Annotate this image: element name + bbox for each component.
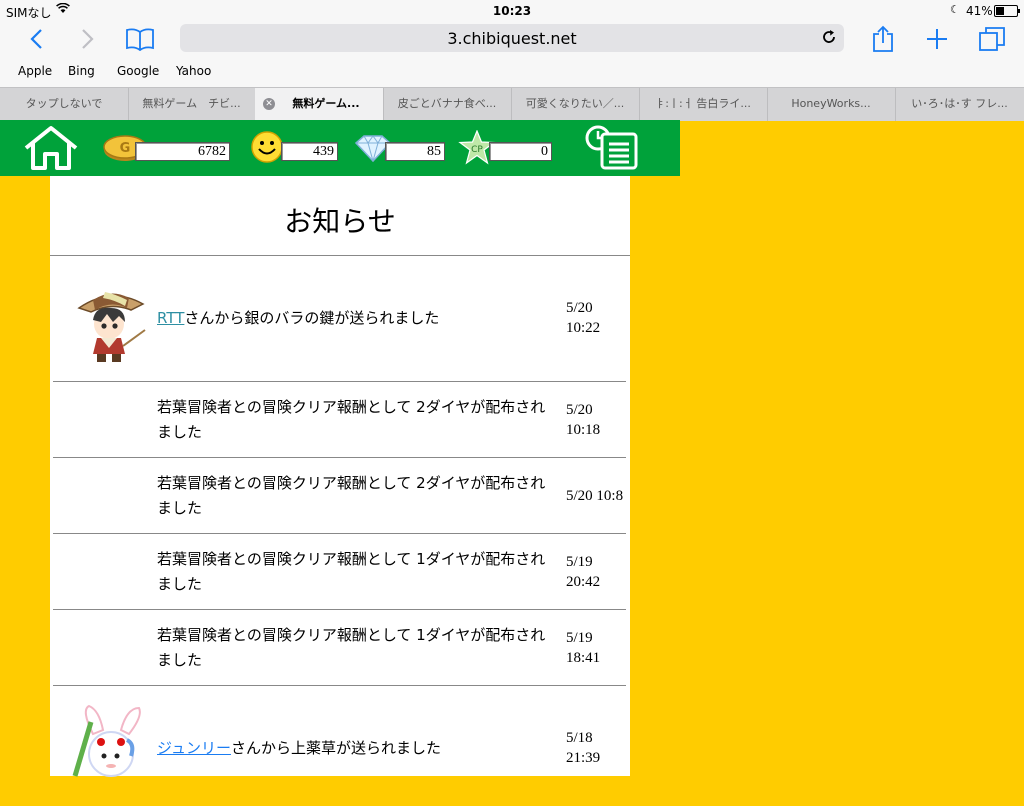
home-icon[interactable]	[22, 124, 80, 176]
tab-label: タップしないで	[25, 97, 103, 110]
favorite-bing[interactable]: Bing	[68, 64, 95, 78]
reload-icon[interactable]	[820, 28, 838, 50]
share-button[interactable]	[866, 24, 900, 54]
notice-text: 若葉冒険者との冒険クリア報酬として 2ダイヤが配布されました	[157, 474, 546, 517]
bunny-avatar	[71, 704, 151, 784]
tab[interactable]: HoneyWorks...	[767, 88, 896, 121]
show-tabs-button[interactable]	[974, 24, 1010, 54]
tab[interactable]: タップしないで	[0, 88, 129, 121]
plus-icon	[927, 29, 947, 49]
clock: 10:23	[492, 4, 532, 18]
tab-label: 皮ごとバナナ食べ...	[397, 97, 497, 110]
tabs-icon	[979, 27, 1005, 51]
sender-link[interactable]: RTT	[157, 309, 184, 327]
notice-time: 10:18	[566, 422, 601, 438]
browser-chrome: SIMなし 10:23 ☾ 41% 3.chibiquest.net Apple…	[0, 0, 1024, 121]
book-icon	[126, 28, 154, 51]
do-not-disturb-icon: ☾	[950, 3, 960, 16]
gold-count: 6782	[135, 142, 230, 161]
tab-bar: タップしないで 無料ゲーム チビ... ✕ 無料ゲーム... 皮ごとバナナ食べ.…	[0, 87, 1024, 121]
tab[interactable]: い･ろ･は･す フレ...	[895, 88, 1024, 121]
sender-link[interactable]: ジュンリー	[157, 739, 231, 757]
tab-label: ㅑ:ㅣ:ㅓ 告白ライ...	[655, 97, 751, 110]
tab[interactable]: 無料ゲーム チビ...	[128, 88, 256, 121]
status-bar: SIMなし 10:23 ☾ 41%	[0, 0, 1024, 22]
diamond-count: 85	[385, 142, 445, 161]
tab-label: HoneyWorks...	[791, 97, 871, 110]
notice-day: 5/18	[566, 730, 593, 746]
tab[interactable]: ㅑ:ㅣ:ㅓ 告白ライ...	[639, 88, 768, 121]
notice-item: 若葉冒険者との冒険クリア報酬として 1ダイヤが配布されました 5/19 18:4…	[53, 610, 626, 686]
notice-text: さんから銀のバラの鍵が送られました	[184, 309, 440, 327]
tab-label: 無料ゲーム チビ...	[142, 97, 241, 110]
close-tab-icon[interactable]: ✕	[263, 98, 275, 110]
notice-date: 5/20 10:18	[566, 400, 636, 440]
notice-date: 5/19 20:42	[566, 552, 636, 592]
notice-text: さんから上薬草が送られました	[230, 739, 441, 757]
notice-time: 10:22	[566, 320, 601, 336]
favorite-apple[interactable]: Apple	[18, 64, 52, 78]
clock-menu-icon[interactable]	[584, 124, 640, 176]
notice-item: 若葉冒険者との冒険クリア報酬として 1ダイヤが配布されました 5/19 20:4…	[53, 534, 626, 610]
notice-message: ジュンリーさんから上薬草が送られました	[157, 736, 553, 761]
page-title: お知らせ	[284, 205, 396, 238]
notice-day: 5/20	[566, 300, 593, 316]
smile-icon	[250, 130, 284, 168]
share-icon	[873, 25, 893, 52]
cp-count: 0	[489, 142, 552, 161]
notice-date: 5/18 21:39	[566, 728, 636, 768]
notice-text: 若葉冒険者との冒険クリア報酬として 1ダイヤが配布されました	[157, 626, 546, 669]
favorite-google[interactable]: Google	[117, 64, 159, 78]
bookmarks-button[interactable]	[122, 24, 158, 54]
favorite-yahoo[interactable]: Yahoo	[176, 64, 211, 78]
battery-icon	[994, 5, 1020, 17]
notice-time: 21:39	[566, 750, 601, 766]
notice-date: 5/20 10:22	[566, 298, 636, 338]
tab-label: い･ろ･は･す フレ...	[911, 97, 1008, 110]
notice-day: 5/19	[566, 554, 593, 570]
notice-panel: RTTさんから銀のバラの鍵が送られました 5/20 10:22 若葉冒険者との冒…	[50, 176, 630, 777]
cp-badge-text: CP	[471, 145, 483, 155]
notice-item: 若葉冒険者との冒険クリア報酬として 2ダイヤが配布されました 5/20 10:1…	[53, 382, 626, 458]
chevron-left-icon	[30, 29, 42, 49]
notice-date: 5/19 18:41	[566, 628, 636, 668]
game-header: G 6782 439 85 CP 0	[0, 120, 680, 176]
tab-label: 無料ゲーム...	[292, 97, 360, 110]
tab-active[interactable]: ✕ 無料ゲーム...	[255, 88, 384, 121]
notice-item: RTTさんから銀のバラの鍵が送られました 5/20 10:22	[53, 256, 626, 382]
url-text: 3.chibiquest.net	[447, 29, 577, 48]
notice-message: RTTさんから銀のバラの鍵が送られました	[157, 306, 553, 331]
notice-item: ジュンリーさんから上薬草が送られました 5/18 21:39	[53, 686, 626, 806]
battery-percent: 41%	[966, 4, 993, 18]
tab[interactable]: 可愛くなりたい／...	[511, 88, 640, 121]
notice-date: 5/20 10:8	[566, 488, 624, 504]
notice-time: 18:41	[566, 650, 601, 666]
notice-text: 若葉冒険者との冒険クリア報酬として 1ダイヤが配布されました	[157, 550, 546, 593]
new-tab-button[interactable]	[920, 24, 954, 54]
gold-coin-letter: G	[120, 141, 131, 156]
address-bar[interactable]: 3.chibiquest.net	[180, 24, 844, 52]
notice-day: 5/19	[566, 630, 593, 646]
back-button[interactable]	[22, 24, 50, 54]
adventurer-avatar	[71, 284, 151, 364]
notice-text: 若葉冒険者との冒険クリア報酬として 2ダイヤが配布されました	[157, 398, 546, 441]
notice-day: 5/20	[566, 402, 593, 418]
notice-item: 若葉冒険者との冒険クリア報酬として 2ダイヤが配布されました 5/20 10:8	[53, 458, 626, 534]
smile-count: 439	[281, 142, 338, 161]
notice-time: 20:42	[566, 574, 601, 590]
tab-label: 可愛くなりたい／...	[525, 97, 625, 110]
chevron-right-icon	[82, 29, 94, 49]
tab[interactable]: 皮ごとバナナ食べ...	[383, 88, 512, 121]
forward-button[interactable]	[74, 24, 102, 54]
